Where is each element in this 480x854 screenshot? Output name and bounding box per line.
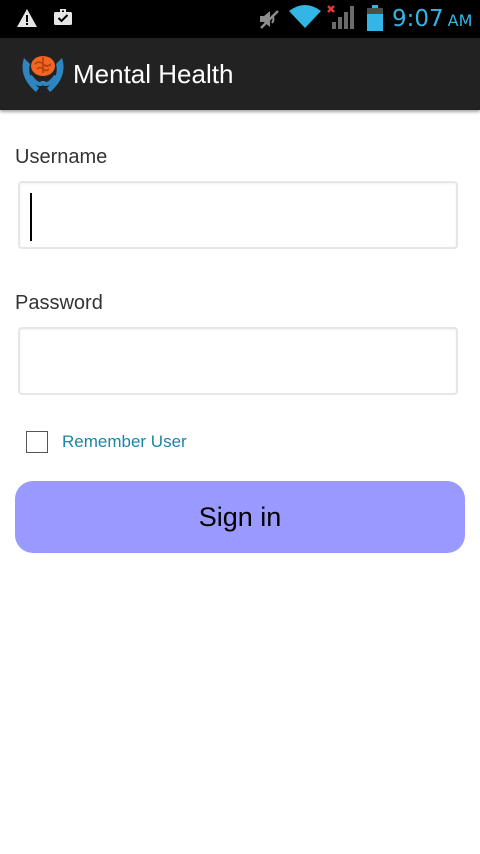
app-title: Mental Health xyxy=(73,59,234,89)
username-label: Username xyxy=(15,146,108,168)
clock: 9:07 AM xyxy=(392,5,472,35)
clock-time: 9:07 xyxy=(392,6,444,32)
password-input[interactable] xyxy=(18,327,458,395)
mute-icon xyxy=(258,9,280,29)
briefcase-icon xyxy=(53,7,73,27)
sign-in-button[interactable]: Sign in xyxy=(15,481,465,553)
clock-ampm: AM xyxy=(447,11,473,30)
warning-icon xyxy=(16,8,38,28)
brain-hands-icon xyxy=(20,52,66,94)
remember-user-label[interactable]: Remember User xyxy=(62,431,187,453)
status-bar: 9:07 AM xyxy=(0,0,480,38)
wifi-icon xyxy=(289,5,321,29)
text-cursor xyxy=(30,193,32,241)
remember-user-checkbox[interactable] xyxy=(26,431,48,453)
signal-icon xyxy=(326,4,354,30)
password-label: Password xyxy=(15,292,103,314)
battery-icon xyxy=(367,5,383,31)
username-input[interactable] xyxy=(18,181,458,249)
remember-user-checkbox-row[interactable]: Remember User xyxy=(26,429,187,455)
action-bar: Mental Health xyxy=(0,38,480,110)
